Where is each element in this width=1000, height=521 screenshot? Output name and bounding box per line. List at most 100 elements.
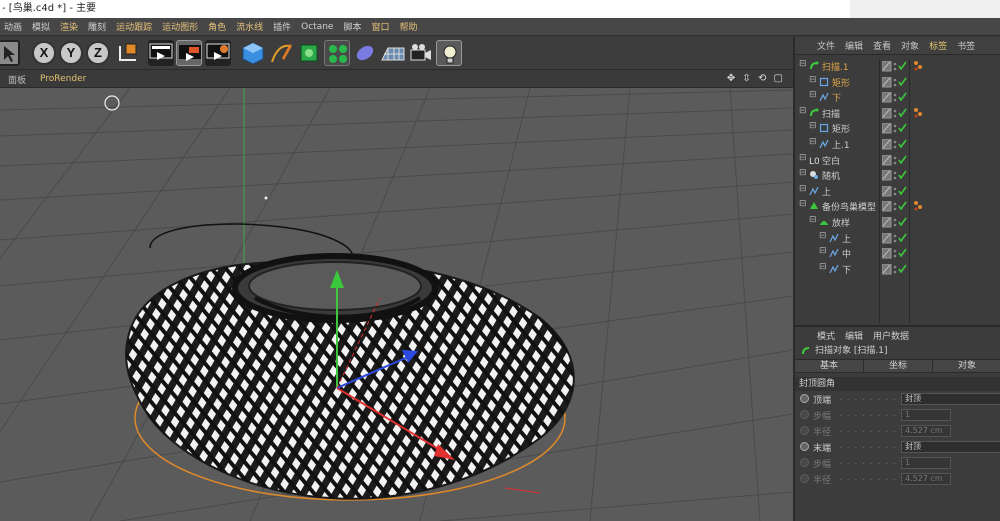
viewport-menu-prorender[interactable]: ProRender xyxy=(40,74,86,84)
object-name[interactable]: 备份鸟巢模型 xyxy=(822,200,876,213)
object-name[interactable]: 上.1 xyxy=(832,138,850,151)
attr-prop-value[interactable]: 1 xyxy=(901,409,951,421)
viewport-menu-panel[interactable]: 面板 xyxy=(8,73,26,86)
object-name[interactable]: 扫描 xyxy=(822,107,840,120)
expand-toggle-icon[interactable]: ⊟ xyxy=(799,59,807,69)
expand-toggle-icon[interactable]: ⊟ xyxy=(809,137,817,147)
attr-section-caps[interactable]: 封顶圆角 xyxy=(795,377,1000,391)
attr-prop-value[interactable]: 封顶 xyxy=(901,441,1000,453)
menu-item[interactable]: Octane xyxy=(301,22,333,32)
expand-toggle-icon[interactable]: ⊟ xyxy=(809,121,817,131)
viewport-nav-icons[interactable]: ✥ ⇳ ⟲ ▢ xyxy=(727,73,785,84)
object-row[interactable]: ⊟ 上.1 xyxy=(795,137,1000,152)
material-tag-icon[interactable] xyxy=(913,60,927,72)
visibility-check-icon[interactable] xyxy=(881,107,908,119)
attr-menu-mode[interactable]: 模式 xyxy=(817,329,835,342)
cube-icon[interactable] xyxy=(240,40,266,66)
object-name[interactable]: 上 xyxy=(822,185,831,198)
menu-item[interactable]: 渲染 xyxy=(60,20,78,33)
object-name[interactable]: 放样 xyxy=(832,216,850,229)
expand-toggle-icon[interactable]: ⊟ xyxy=(799,153,807,163)
om-menu-objects[interactable]: 对象 xyxy=(901,39,919,52)
object-name[interactable]: 矩形 xyxy=(832,76,850,89)
expand-toggle-icon[interactable]: ⊟ xyxy=(799,106,807,116)
visibility-check-icon[interactable] xyxy=(881,60,908,72)
attr-tab-object[interactable]: 对象 xyxy=(933,360,1000,372)
subdivision-icon[interactable] xyxy=(296,40,322,66)
expand-toggle-icon[interactable]: ⊟ xyxy=(809,90,817,100)
menu-item[interactable]: 动画 xyxy=(4,20,22,33)
object-name[interactable]: 上 xyxy=(842,232,851,245)
object-row[interactable]: ⊟ 中 xyxy=(795,246,1000,261)
axis-z-icon[interactable]: Z xyxy=(86,41,110,65)
object-name[interactable]: 随机 xyxy=(822,169,840,182)
object-row[interactable]: ⊟ 下 xyxy=(795,90,1000,105)
visibility-check-icon[interactable] xyxy=(881,185,908,197)
menu-item[interactable]: 插件 xyxy=(273,20,291,33)
menu-item[interactable]: 窗口 xyxy=(371,20,389,33)
om-menu-tags[interactable]: 标签 xyxy=(929,39,947,52)
expand-toggle-icon[interactable]: ⊟ xyxy=(819,246,827,256)
cloner-icon[interactable] xyxy=(324,40,350,66)
visibility-check-icon[interactable] xyxy=(881,247,908,259)
object-row[interactable]: ⊟ 上 xyxy=(795,231,1000,246)
object-name[interactable]: 扫描.1 xyxy=(822,60,849,73)
object-row[interactable]: ⊟ 上 xyxy=(795,184,1000,199)
attr-menu-edit[interactable]: 编辑 xyxy=(845,329,863,342)
expand-toggle-icon[interactable]: ⊟ xyxy=(799,184,807,194)
object-row[interactable]: ⊟ L0 空白 xyxy=(795,153,1000,168)
menu-item[interactable]: 模拟 xyxy=(32,20,50,33)
animate-radio-icon[interactable] xyxy=(800,426,809,435)
attr-tab-basic[interactable]: 基本 xyxy=(795,360,864,372)
om-menu-edit[interactable]: 编辑 xyxy=(845,39,863,52)
attr-prop-value[interactable]: 4.527 cm xyxy=(901,473,951,485)
visibility-check-icon[interactable] xyxy=(881,263,908,275)
object-row[interactable]: ⊟ 备份鸟巢模型 xyxy=(795,199,1000,214)
render-view-icon[interactable] xyxy=(176,40,202,66)
visibility-check-icon[interactable] xyxy=(881,216,908,228)
menu-item[interactable]: 运动跟踪 xyxy=(116,20,152,33)
object-row[interactable]: ⊟ 下 xyxy=(795,262,1000,277)
menu-item[interactable]: 帮助 xyxy=(400,20,418,33)
select-arrow-icon[interactable] xyxy=(0,40,20,66)
menu-item[interactable]: 雕刻 xyxy=(88,20,106,33)
render-settings-icon[interactable] xyxy=(205,40,231,66)
animate-radio-icon[interactable] xyxy=(800,442,809,451)
attr-menu-userdata[interactable]: 用户数据 xyxy=(873,329,909,342)
visibility-check-icon[interactable] xyxy=(881,154,908,166)
expand-toggle-icon[interactable]: ⊟ xyxy=(819,262,827,272)
expand-toggle-icon[interactable]: ⊟ xyxy=(819,231,827,241)
object-name[interactable]: 空白 xyxy=(822,154,840,167)
object-name[interactable]: 矩形 xyxy=(832,122,850,135)
axis-y-icon[interactable]: Y xyxy=(59,41,83,65)
render-region-icon[interactable] xyxy=(148,40,174,66)
object-row[interactable]: ⊟ 扫描 xyxy=(795,106,1000,121)
menu-item[interactable]: 运动图形 xyxy=(162,20,198,33)
pen-spline-icon[interactable] xyxy=(268,40,294,66)
floor-icon[interactable] xyxy=(380,40,406,66)
attr-prop-value[interactable]: 封顶 xyxy=(901,393,1000,405)
object-row[interactable]: ⊟ 矩形 xyxy=(795,121,1000,136)
animate-radio-icon[interactable] xyxy=(800,394,809,403)
animate-radio-icon[interactable] xyxy=(800,458,809,467)
object-name[interactable]: 中 xyxy=(842,247,851,260)
attr-prop-value[interactable]: 4.527 cm xyxy=(901,425,951,437)
visibility-check-icon[interactable] xyxy=(881,169,908,181)
attr-tab-coord[interactable]: 坐标 xyxy=(864,360,933,372)
expand-toggle-icon[interactable]: ⊟ xyxy=(809,75,817,85)
deformer-icon[interactable] xyxy=(352,40,378,66)
object-row[interactable]: ⊟ 随机 xyxy=(795,168,1000,183)
visibility-check-icon[interactable] xyxy=(881,200,908,212)
camera-icon[interactable] xyxy=(408,40,434,66)
expand-toggle-icon[interactable]: ⊟ xyxy=(809,215,817,225)
coordinate-system-icon[interactable] xyxy=(114,40,140,66)
expand-toggle-icon[interactable]: ⊟ xyxy=(799,199,807,209)
visibility-check-icon[interactable] xyxy=(881,122,908,134)
visibility-check-icon[interactable] xyxy=(881,138,908,150)
animate-radio-icon[interactable] xyxy=(800,474,809,483)
object-row[interactable]: ⊟ 扫描.1 xyxy=(795,59,1000,74)
visibility-check-icon[interactable] xyxy=(881,76,908,88)
object-row[interactable]: ⊟ 放样 xyxy=(795,215,1000,230)
object-name[interactable]: 下 xyxy=(842,263,851,276)
animate-radio-icon[interactable] xyxy=(800,410,809,419)
